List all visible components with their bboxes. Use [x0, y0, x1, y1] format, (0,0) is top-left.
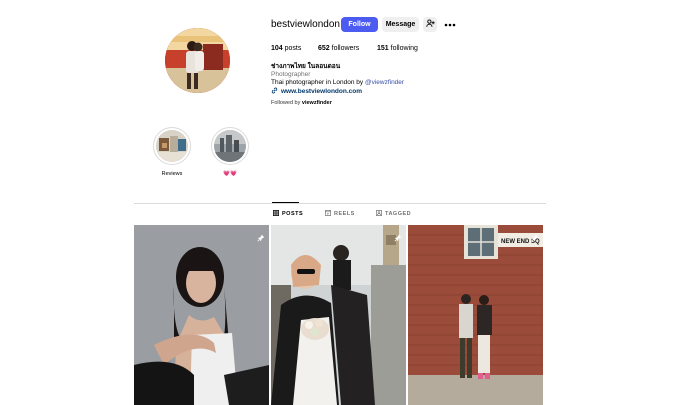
highlight-hearts[interactable]: [211, 127, 249, 165]
followers-count[interactable]: 652 followers: [318, 44, 359, 53]
post-thumbnail[interactable]: NEW END SQ: [408, 225, 543, 405]
pin-icon: [531, 229, 539, 247]
tab-reels[interactable]: REELS: [324, 209, 355, 219]
tabs-divider: [134, 203, 546, 204]
suggest-user-button[interactable]: [423, 17, 437, 32]
profile-category: Photographer: [271, 71, 311, 78]
tag-icon: [375, 209, 383, 219]
add-person-icon: [425, 19, 435, 30]
following-count[interactable]: 151 following: [377, 44, 418, 53]
posts-count: 104 posts: [271, 45, 302, 52]
grid-icon: [272, 209, 280, 219]
post-thumbnail[interactable]: [134, 225, 269, 405]
pin-icon: [257, 229, 265, 247]
bio-mention-link[interactable]: @viewzfinder: [365, 79, 404, 86]
followed-by-text[interactable]: Followed by viewzfinder: [271, 100, 332, 107]
active-tab-indicator: [272, 202, 299, 203]
pin-icon: [394, 229, 402, 247]
profile-username: bestviewlondon: [271, 19, 340, 30]
reels-icon: [324, 209, 332, 219]
profile-avatar[interactable]: [165, 28, 230, 93]
profile-bio: Thai photographer in London by @viewzfin…: [271, 79, 405, 86]
message-button[interactable]: Message: [382, 17, 419, 32]
highlight-label: Reviews: [161, 171, 183, 177]
tab-posts[interactable]: POSTS: [272, 209, 303, 219]
tab-tagged[interactable]: TAGGED: [375, 209, 411, 219]
more-options-icon[interactable]: [444, 17, 456, 32]
profile-website-link[interactable]: www.bestviewlondon.com: [271, 87, 362, 97]
post-thumbnail[interactable]: [271, 225, 406, 405]
link-icon: [271, 87, 278, 97]
highlight-label: 💗💗: [223, 171, 237, 177]
highlight-reviews[interactable]: [153, 127, 191, 165]
follow-button[interactable]: Follow: [341, 17, 378, 32]
profile-display-name: ช่างภาพไทย ในลอนดอน: [271, 63, 341, 70]
